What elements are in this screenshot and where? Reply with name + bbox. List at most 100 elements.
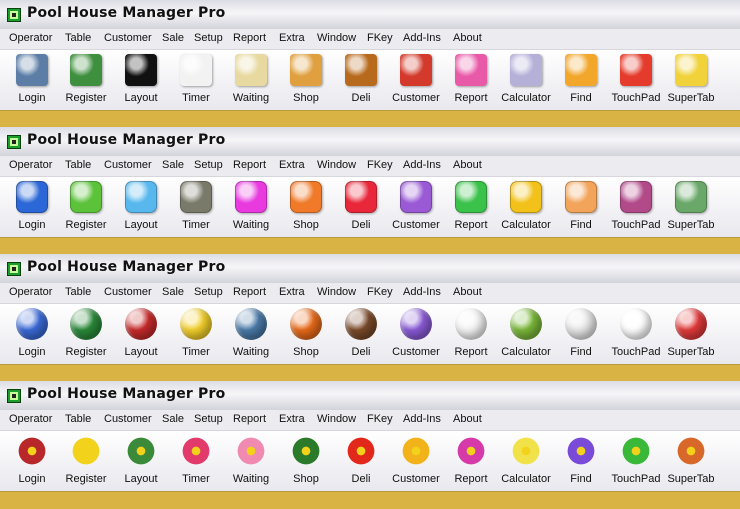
menu-item-fkey[interactable]: FKey [367, 413, 393, 425]
toolbar-button-calculator[interactable]: Calculator [496, 54, 556, 108]
toolbar-button-register[interactable]: Register [56, 181, 116, 235]
toolbar-button-report[interactable]: Report [441, 308, 501, 362]
toolbar-button-report[interactable]: Report [441, 435, 501, 489]
menu-item-operator[interactable]: Operator [9, 32, 52, 44]
menu-item-about[interactable]: About [453, 159, 482, 171]
toolbar-button-waiting[interactable]: Waiting [221, 435, 281, 489]
menu-item-operator[interactable]: Operator [9, 159, 52, 171]
toolbar-button-layout[interactable]: Layout [111, 54, 171, 108]
menu-item-extra[interactable]: Extra [279, 159, 305, 171]
menu-item-fkey[interactable]: FKey [367, 286, 393, 298]
menu-item-report[interactable]: Report [233, 159, 266, 171]
menu-item-extra[interactable]: Extra [279, 286, 305, 298]
toolbar-button-find[interactable]: Find [551, 308, 611, 362]
toolbar-button-register[interactable]: Register [56, 54, 116, 108]
toolbar-button-timer[interactable]: Timer [166, 435, 226, 489]
toolbar-button-touchpad[interactable]: TouchPad [606, 181, 666, 235]
toolbar-button-shop[interactable]: Shop [276, 54, 336, 108]
menu-item-about[interactable]: About [453, 413, 482, 425]
menu-item-report[interactable]: Report [233, 286, 266, 298]
toolbar-button-supertab[interactable]: SuperTab [661, 54, 721, 108]
toolbar-button-supertab[interactable]: SuperTab [661, 308, 721, 362]
title-bar[interactable]: Pool House Manager Pro [0, 127, 740, 157]
toolbar-button-touchpad[interactable]: TouchPad [606, 54, 666, 108]
toolbar-button-login[interactable]: Login [2, 435, 62, 489]
menu-item-table[interactable]: Table [65, 413, 91, 425]
title-bar[interactable]: Pool House Manager Pro [0, 254, 740, 284]
toolbar-button-timer[interactable]: Timer [166, 181, 226, 235]
menu-item-setup[interactable]: Setup [194, 159, 223, 171]
toolbar-button-timer[interactable]: Timer [166, 308, 226, 362]
toolbar-button-customer[interactable]: Customer [386, 181, 446, 235]
toolbar-button-register[interactable]: Register [56, 308, 116, 362]
menu-item-customer[interactable]: Customer [104, 286, 152, 298]
title-bar[interactable]: Pool House Manager Pro [0, 0, 740, 30]
toolbar-button-report[interactable]: Report [441, 181, 501, 235]
toolbar-button-customer[interactable]: Customer [386, 308, 446, 362]
app-icon[interactable] [7, 135, 21, 149]
toolbar-button-waiting[interactable]: Waiting [221, 308, 281, 362]
menu-item-window[interactable]: Window [317, 413, 356, 425]
menu-item-table[interactable]: Table [65, 32, 91, 44]
menu-item-operator[interactable]: Operator [9, 286, 52, 298]
toolbar-button-supertab[interactable]: SuperTab [661, 435, 721, 489]
toolbar-button-register[interactable]: Register [56, 435, 116, 489]
menu-item-sale[interactable]: Sale [162, 413, 184, 425]
toolbar-button-touchpad[interactable]: TouchPad [606, 308, 666, 362]
toolbar-button-calculator[interactable]: Calculator [496, 181, 556, 235]
menu-item-add-ins[interactable]: Add-Ins [403, 159, 441, 171]
menu-item-fkey[interactable]: FKey [367, 32, 393, 44]
menu-item-sale[interactable]: Sale [162, 286, 184, 298]
menu-item-customer[interactable]: Customer [104, 32, 152, 44]
menu-item-sale[interactable]: Sale [162, 159, 184, 171]
toolbar-button-login[interactable]: Login [2, 181, 62, 235]
menu-item-setup[interactable]: Setup [194, 286, 223, 298]
toolbar-button-login[interactable]: Login [2, 54, 62, 108]
menu-item-window[interactable]: Window [317, 32, 356, 44]
toolbar-button-calculator[interactable]: Calculator [496, 435, 556, 489]
toolbar-button-deli[interactable]: Deli [331, 435, 391, 489]
toolbar-button-deli[interactable]: Deli [331, 181, 391, 235]
menu-item-setup[interactable]: Setup [194, 32, 223, 44]
toolbar-button-find[interactable]: Find [551, 54, 611, 108]
menu-item-extra[interactable]: Extra [279, 413, 305, 425]
menu-item-operator[interactable]: Operator [9, 413, 52, 425]
menu-item-table[interactable]: Table [65, 286, 91, 298]
menu-item-extra[interactable]: Extra [279, 32, 305, 44]
menu-item-report[interactable]: Report [233, 32, 266, 44]
menu-item-setup[interactable]: Setup [194, 413, 223, 425]
app-icon[interactable] [7, 262, 21, 276]
toolbar-button-layout[interactable]: Layout [111, 181, 171, 235]
menu-item-add-ins[interactable]: Add-Ins [403, 32, 441, 44]
toolbar-button-waiting[interactable]: Waiting [221, 181, 281, 235]
menu-item-customer[interactable]: Customer [104, 413, 152, 425]
toolbar-button-shop[interactable]: Shop [276, 435, 336, 489]
menu-item-about[interactable]: About [453, 286, 482, 298]
menu-item-fkey[interactable]: FKey [367, 159, 393, 171]
toolbar-button-shop[interactable]: Shop [276, 308, 336, 362]
title-bar[interactable]: Pool House Manager Pro [0, 381, 740, 411]
toolbar-button-layout[interactable]: Layout [111, 435, 171, 489]
menu-item-report[interactable]: Report [233, 413, 266, 425]
toolbar-button-touchpad[interactable]: TouchPad [606, 435, 666, 489]
toolbar-button-deli[interactable]: Deli [331, 308, 391, 362]
toolbar-button-timer[interactable]: Timer [166, 54, 226, 108]
menu-item-add-ins[interactable]: Add-Ins [403, 413, 441, 425]
toolbar-button-supertab[interactable]: SuperTab [661, 181, 721, 235]
toolbar-button-customer[interactable]: Customer [386, 54, 446, 108]
toolbar-button-find[interactable]: Find [551, 435, 611, 489]
toolbar-button-shop[interactable]: Shop [276, 181, 336, 235]
toolbar-button-waiting[interactable]: Waiting [221, 54, 281, 108]
toolbar-button-layout[interactable]: Layout [111, 308, 171, 362]
app-icon[interactable] [7, 389, 21, 403]
app-icon[interactable] [7, 8, 21, 22]
menu-item-about[interactable]: About [453, 32, 482, 44]
toolbar-button-customer[interactable]: Customer [386, 435, 446, 489]
menu-item-customer[interactable]: Customer [104, 159, 152, 171]
toolbar-button-login[interactable]: Login [2, 308, 62, 362]
menu-item-add-ins[interactable]: Add-Ins [403, 286, 441, 298]
menu-item-window[interactable]: Window [317, 159, 356, 171]
menu-item-sale[interactable]: Sale [162, 32, 184, 44]
toolbar-button-report[interactable]: Report [441, 54, 501, 108]
menu-item-table[interactable]: Table [65, 159, 91, 171]
